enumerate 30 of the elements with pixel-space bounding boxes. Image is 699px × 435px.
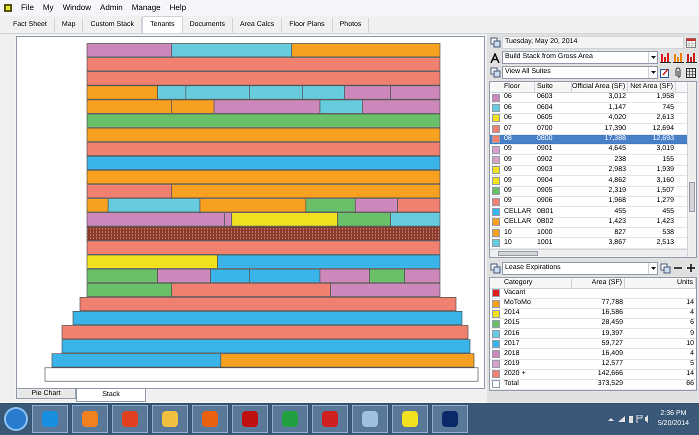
color-swatch bbox=[492, 380, 500, 388]
bar-chart-icon[interactable] bbox=[672, 52, 684, 64]
grid-icon[interactable] bbox=[685, 66, 697, 78]
copy-icon[interactable] bbox=[489, 66, 501, 78]
app-icon bbox=[4, 4, 12, 12]
edit-icon[interactable] bbox=[659, 66, 671, 78]
taskbar-app-icon[interactable] bbox=[152, 405, 188, 433]
copy-icon[interactable] bbox=[489, 262, 501, 274]
dropdown-arrow-icon[interactable] bbox=[648, 262, 657, 274]
bar-chart-icon[interactable] bbox=[659, 52, 671, 64]
menu-item[interactable]: Admin bbox=[100, 2, 123, 14]
taskbar-app-icon[interactable] bbox=[232, 405, 268, 433]
copy-icon[interactable] bbox=[659, 262, 671, 274]
plus-icon[interactable] bbox=[685, 262, 697, 274]
copy-icon[interactable] bbox=[489, 36, 501, 48]
tray-icons[interactable] bbox=[608, 415, 648, 423]
dropdown-arrow-icon[interactable] bbox=[648, 52, 657, 63]
taskbar-app-icon[interactable] bbox=[432, 405, 468, 433]
menu-item[interactable]: File bbox=[21, 2, 34, 14]
menu-item[interactable]: Manage bbox=[132, 2, 161, 14]
menu-item[interactable]: Help bbox=[170, 2, 186, 14]
calendar-icon[interactable] bbox=[685, 36, 697, 48]
start-button[interactable] bbox=[4, 407, 28, 431]
font-icon[interactable] bbox=[489, 52, 501, 64]
vertical-scrollbar[interactable] bbox=[687, 82, 696, 257]
taskbar-app-icon[interactable] bbox=[392, 405, 428, 433]
menu-item[interactable]: My bbox=[42, 2, 54, 14]
bar-chart-icon[interactable] bbox=[685, 52, 697, 64]
menu-item[interactable]: Window bbox=[62, 2, 92, 14]
dropdown-arrow-icon[interactable] bbox=[648, 67, 657, 78]
